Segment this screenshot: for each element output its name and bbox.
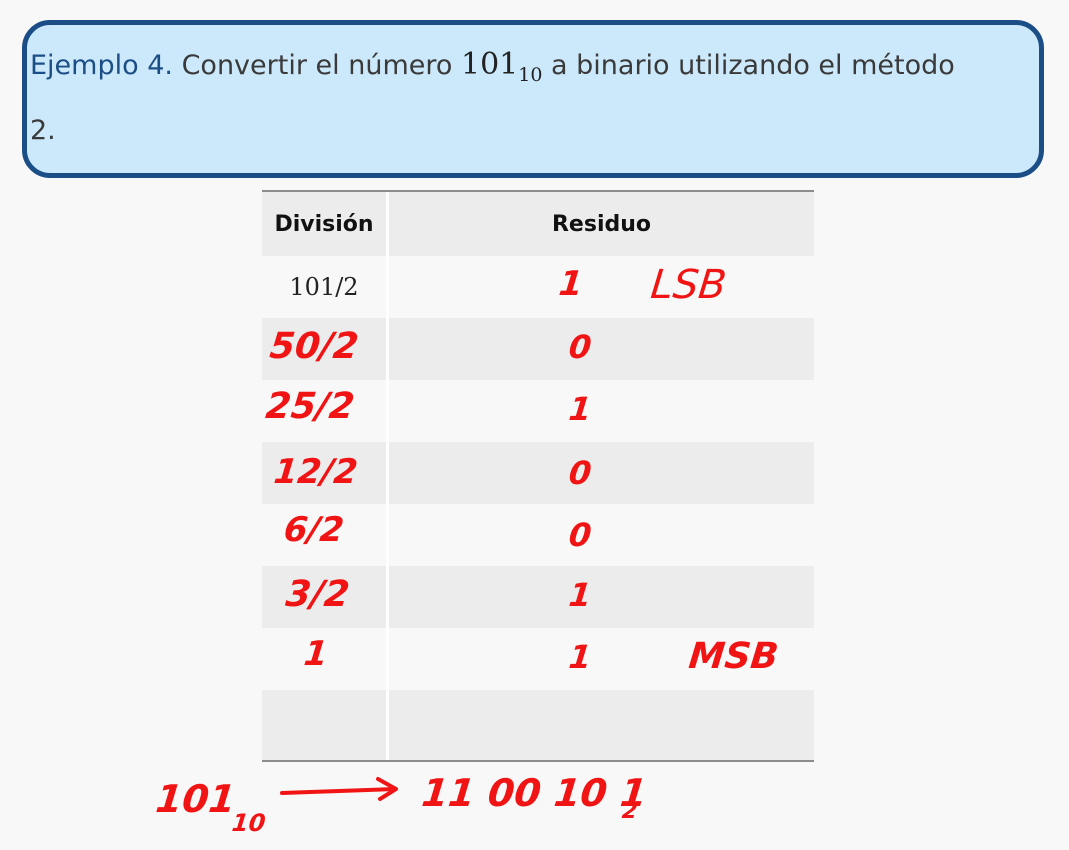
example-number: 10110: [460, 47, 542, 86]
division-cell: 101/2: [262, 256, 389, 318]
header-division: División: [262, 192, 389, 256]
example-label: Ejemplo 4.: [30, 50, 173, 81]
residuo-cell: 0: [389, 442, 814, 504]
example-number-value: 101: [460, 47, 519, 82]
division-value: 3/2: [283, 574, 352, 615]
msb-note: MSB: [686, 636, 781, 677]
example-text-line2: 2.: [30, 115, 56, 146]
division-value: 25/2: [263, 386, 357, 427]
residuo-cell: 0: [389, 504, 814, 566]
division-value: 50/2: [267, 326, 361, 367]
residuo-value: 1: [567, 576, 594, 614]
residuo-value: 0: [567, 454, 594, 492]
decimal-base: 10: [230, 809, 267, 837]
division-cell: 1: [262, 628, 389, 690]
table-row: [262, 690, 814, 760]
division-cell: 50/2: [262, 318, 389, 380]
residuo-value: 1: [567, 390, 594, 428]
example-text-before: Convertir el número: [181, 50, 453, 81]
residuo-cell: [389, 690, 814, 760]
residuo-cell: 1: [389, 566, 814, 628]
division-value: 6/2: [281, 510, 346, 550]
table-row: 12/2 0: [262, 442, 814, 504]
residuo-cell: 1 LSB: [389, 256, 814, 318]
table-row: 101/2 1 LSB: [262, 256, 814, 318]
example-number-base: 10: [518, 64, 543, 86]
table-row: 1 1 MSB: [262, 628, 814, 690]
division-value: 12/2: [271, 452, 360, 492]
decimal-number: 101: [153, 777, 238, 821]
division-cell: 3/2: [262, 566, 389, 628]
table-row: 25/2 1: [262, 380, 814, 442]
division-table: División Residuo 101/2 1 LSB 50/2 0 25/2…: [262, 190, 814, 762]
residuo-value: 1: [556, 264, 585, 304]
division-value: 1: [301, 634, 330, 674]
binary-base: 2: [620, 799, 639, 824]
residuo-cell: 1: [389, 380, 814, 442]
lsb-note: LSB: [648, 262, 729, 308]
residuo-value: 0: [567, 516, 594, 554]
residuo-value: 1: [567, 638, 594, 676]
binary-result: 11 00 10 1: [419, 771, 650, 815]
example-statement: Ejemplo 4. Convertir el número 10110 a b…: [30, 37, 1000, 158]
conversion-result: 101 10 11 00 10 1 2: [140, 765, 700, 845]
table-row: 50/2 0: [262, 318, 814, 380]
header-residuo: Residuo: [389, 192, 814, 256]
example-text-after: a binario utilizando el método: [551, 50, 955, 81]
division-cell: [262, 690, 389, 760]
residuo-value: 0: [567, 328, 594, 366]
table-row: 6/2 0: [262, 504, 814, 566]
division-cell: 25/2: [262, 380, 389, 442]
residuo-cell: 0: [389, 318, 814, 380]
division-cell: 6/2: [262, 504, 389, 566]
division-cell: 12/2: [262, 442, 389, 504]
residuo-cell: 1 MSB: [389, 628, 814, 690]
division-value: 101/2: [289, 273, 359, 301]
table-row: 3/2 1: [262, 566, 814, 628]
